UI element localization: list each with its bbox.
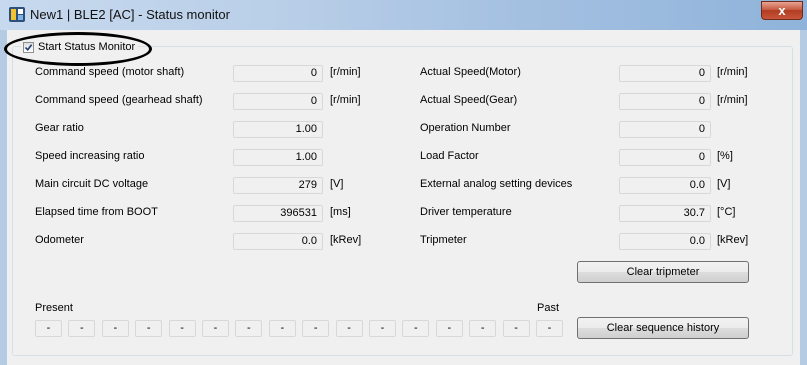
history-slot: - (101, 320, 129, 337)
field-value: 30.7 (619, 205, 711, 222)
field-value: 0 (619, 65, 711, 82)
history-slot: - (502, 320, 530, 337)
close-button[interactable]: x (761, 1, 803, 20)
history-slot: - (168, 320, 196, 337)
history-slot: - (335, 320, 363, 337)
field-unit: [V] (330, 178, 344, 190)
field-label: Command speed (motor shaft) (35, 66, 185, 78)
title-bar[interactable]: New1 | BLE2 [AC] - Status monitor x (0, 0, 807, 30)
field-label: Tripmeter (420, 234, 467, 246)
field-label: Actual Speed(Gear) (420, 94, 518, 106)
field-unit: [r/min] (717, 94, 748, 106)
field-value: 1.00 (233, 121, 323, 138)
app-icon (9, 7, 25, 22)
field-unit: [°C] (717, 206, 736, 218)
field-label: Gear ratio (35, 122, 84, 134)
field-value: 396531 (233, 205, 323, 222)
history-slot: - (268, 320, 296, 337)
field-value: 1.00 (233, 149, 323, 166)
past-label: Past (537, 302, 560, 314)
history-slot: - (235, 320, 263, 337)
field-unit: [r/min] (717, 66, 748, 78)
status-monitor-window: New1 | BLE2 [AC] - Status monitor x Star… (0, 0, 807, 365)
field-label: Odometer (35, 234, 84, 246)
field-unit: [r/min] (330, 94, 361, 106)
field-unit: [%] (717, 150, 733, 162)
present-label: Present (35, 302, 73, 314)
history-slot: - (469, 320, 497, 337)
field-label: Operation Number (420, 122, 511, 134)
field-unit: [kRev] (717, 234, 749, 246)
clear-sequence-history-button[interactable]: Clear sequence history (577, 317, 749, 339)
field-unit: [ms] (330, 206, 351, 218)
field-label: Command speed (gearhead shaft) (35, 94, 203, 106)
field-label: Elapsed time from BOOT (35, 206, 158, 218)
field-value: 0.0 (619, 233, 711, 250)
field-value: 0 (619, 93, 711, 110)
history-slot: - (402, 320, 430, 337)
field-unit: [r/min] (330, 66, 361, 78)
history-slot: - (202, 320, 229, 337)
history-slot: - (35, 320, 62, 337)
field-value: 0 (619, 121, 711, 138)
field-label: Actual Speed(Motor) (420, 66, 521, 78)
field-value: 0 (233, 65, 323, 82)
highlight-ellipse (4, 32, 152, 66)
field-label: External analog setting devices (420, 178, 573, 190)
field-label: Speed increasing ratio (35, 150, 145, 162)
field-label: Driver temperature (420, 206, 512, 218)
history-slot: - (68, 320, 96, 337)
field-label: Load Factor (420, 150, 479, 162)
history-slot: - (369, 320, 396, 337)
history-slot: - (536, 320, 563, 337)
field-value: 279 (233, 177, 323, 194)
field-value: 0.0 (233, 233, 323, 250)
field-value: 0.0 (619, 177, 711, 194)
field-value: 0 (233, 93, 323, 110)
history-slot: - (135, 320, 163, 337)
field-unit: [V] (717, 178, 731, 190)
history-slot: - (435, 320, 463, 337)
clear-tripmeter-button[interactable]: Clear tripmeter (577, 261, 749, 283)
field-unit: [kRev] (330, 234, 362, 246)
close-icon: x (778, 3, 786, 18)
field-value: 0 (619, 149, 711, 166)
field-label: Main circuit DC voltage (35, 178, 149, 190)
history-slot: - (302, 320, 330, 337)
window-title: New1 | BLE2 [AC] - Status monitor (30, 7, 230, 22)
